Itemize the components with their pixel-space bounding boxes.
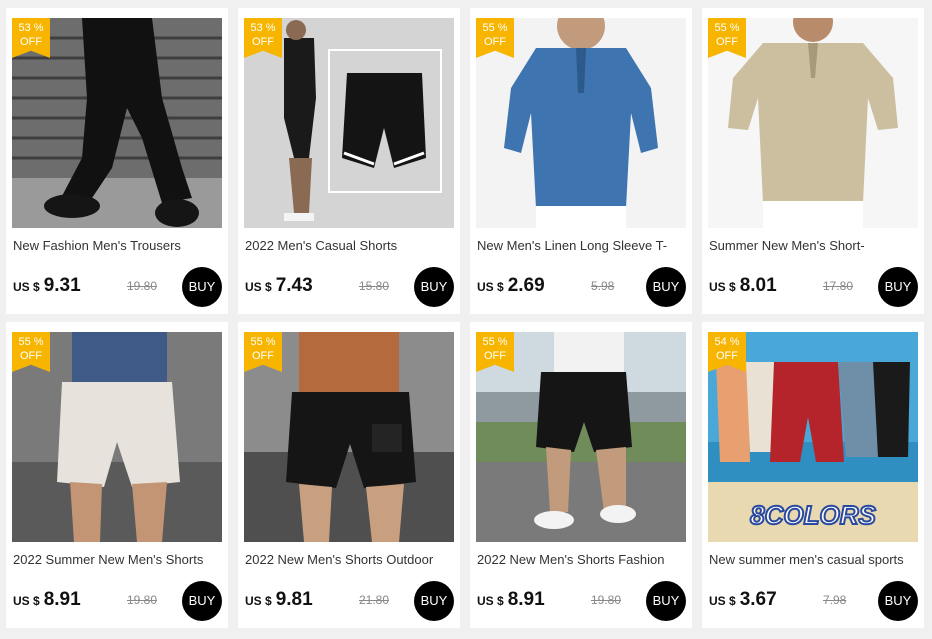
product-card[interactable]: 55 % OFF 2022 New Men's Shorts Fashion U…	[470, 322, 692, 628]
product-price: US $2.69	[477, 275, 545, 296]
product-image[interactable]: 55 % OFF	[476, 18, 686, 228]
product-title[interactable]: 2022 Men's Casual Shorts	[245, 238, 455, 256]
original-price: 17.80	[823, 279, 854, 293]
product-price: US $3.67	[709, 589, 777, 610]
product-image[interactable]: 55 % OFF	[12, 332, 222, 542]
product-title[interactable]: Summer New Men's Short-	[709, 238, 919, 256]
product-image[interactable]: 53 % OFF	[244, 18, 454, 228]
product-price: US $7.43	[245, 275, 313, 296]
original-price: 19.80	[591, 593, 622, 607]
product-image[interactable]: 55 % OFF	[476, 332, 686, 542]
product-price: US $8.01	[709, 275, 777, 296]
colors-text: 8COLORS	[750, 500, 876, 530]
original-price: 19.80	[127, 279, 158, 293]
product-image[interactable]: 8COLORS 54 % OFF	[708, 332, 918, 542]
buy-button[interactable]: BUY	[182, 267, 222, 307]
product-price: US $9.31	[13, 275, 81, 296]
product-grid: 53 % OFF New Fashion Men's Trousers US $…	[0, 0, 932, 639]
product-image[interactable]: 55 % OFF	[244, 332, 454, 542]
original-price: 19.80	[127, 593, 158, 607]
product-title[interactable]: New Men's Linen Long Sleeve T-	[477, 238, 687, 256]
original-price: 15.80	[359, 279, 390, 293]
buy-button[interactable]: BUY	[878, 267, 918, 307]
product-card[interactable]: 55 % OFF 2022 Summer New Men's Shorts US…	[6, 322, 228, 628]
product-image[interactable]: 55 % OFF	[708, 18, 918, 228]
product-price: US $9.81	[245, 589, 313, 610]
product-card[interactable]: 55 % OFF 2022 New Men's Shorts Outdoor U…	[238, 322, 460, 628]
product-title[interactable]: 2022 Summer New Men's Shorts	[13, 552, 223, 570]
buy-button[interactable]: BUY	[878, 581, 918, 621]
buy-button[interactable]: BUY	[414, 581, 454, 621]
product-image[interactable]: 53 % OFF	[12, 18, 222, 228]
product-card[interactable]: 8COLORS 54 % OFF New summer men's casual…	[702, 322, 924, 628]
product-card[interactable]: 55 % OFF New Men's Linen Long Sleeve T- …	[470, 8, 692, 314]
product-title[interactable]: New summer men's casual sports	[709, 552, 919, 570]
product-title[interactable]: 2022 New Men's Shorts Outdoor	[245, 552, 455, 570]
product-card[interactable]: 53 % OFF 2022 Men's Casual Shorts US $7.…	[238, 8, 460, 314]
product-card[interactable]: 55 % OFF Summer New Men's Short- US $8.0…	[702, 8, 924, 314]
original-price: 21.80	[359, 593, 390, 607]
buy-button[interactable]: BUY	[414, 267, 454, 307]
buy-button[interactable]: BUY	[182, 581, 222, 621]
product-title[interactable]: New Fashion Men's Trousers	[13, 238, 223, 256]
product-title[interactable]: 2022 New Men's Shorts Fashion	[477, 552, 687, 570]
original-price: 5.98	[591, 279, 615, 293]
buy-button[interactable]: BUY	[646, 267, 686, 307]
original-price: 7.98	[823, 593, 847, 607]
product-card[interactable]: 53 % OFF New Fashion Men's Trousers US $…	[6, 8, 228, 314]
buy-button[interactable]: BUY	[646, 581, 686, 621]
product-price: US $8.91	[477, 589, 545, 610]
product-price: US $8.91	[13, 589, 81, 610]
